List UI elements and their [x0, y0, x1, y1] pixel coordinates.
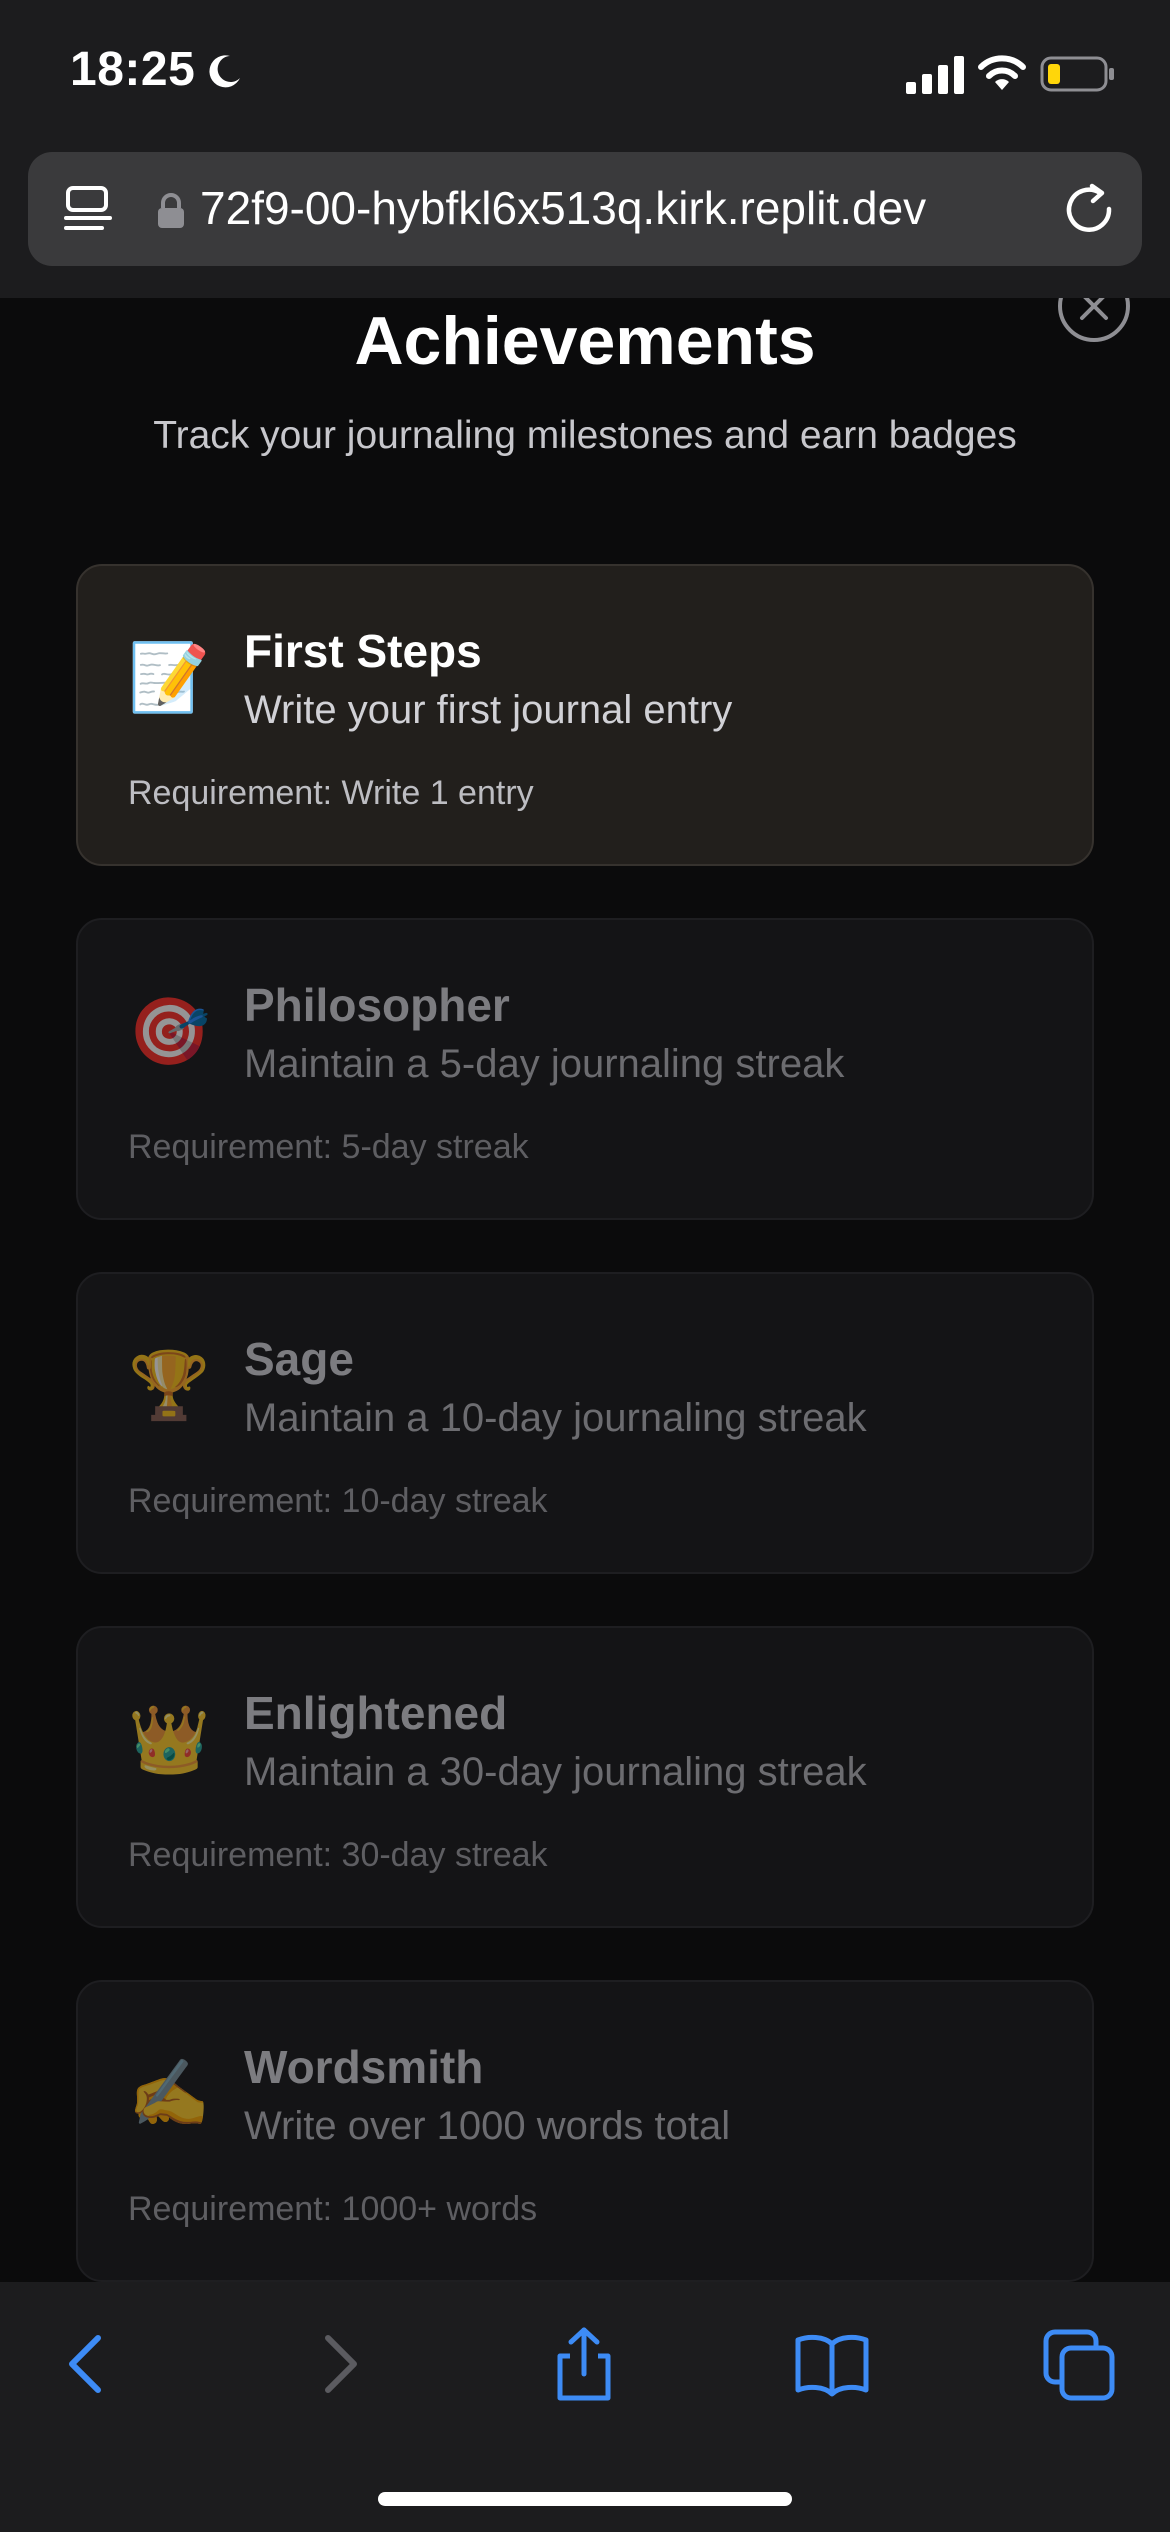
moon-icon — [209, 55, 240, 88]
achievement-description: Maintain a 10-day journaling streak — [244, 1396, 867, 1440]
achievement-description: Write over 1000 words total — [244, 2104, 731, 2148]
memo-icon: 📝 — [128, 639, 211, 716]
tabs-button[interactable] — [1040, 2324, 1120, 2404]
tabs-icon — [1043, 2329, 1115, 2401]
achievement-title: Sage — [244, 1333, 354, 1385]
battery-icon — [1040, 56, 1114, 92]
signal-icon — [906, 56, 964, 94]
trophy-icon: 🏆 — [128, 1347, 211, 1424]
browser-address-bar: 72f9-00-hybfkl6x513q.kirk.replit.dev — [0, 150, 1170, 298]
page-subtitle: Track your journaling milestones and ear… — [153, 414, 1017, 457]
lock-icon — [158, 193, 184, 228]
achievement-card-first-steps: 📝 First Steps Write your first journal e… — [76, 564, 1094, 866]
chevron-right-icon — [325, 2335, 357, 2393]
home-indicator — [378, 2492, 792, 2506]
achievement-description: Write your first journal entry — [244, 688, 733, 732]
chevron-left-icon — [69, 2335, 101, 2393]
achievement-requirement: Requirement: 10-day streak — [128, 1482, 548, 1520]
achievement-requirement: Requirement: 30-day streak — [128, 1836, 548, 1874]
reload-icon[interactable] — [1062, 182, 1116, 236]
target-icon: 🎯 — [128, 993, 211, 1070]
writing-hand-icon: ✍️ — [128, 2055, 211, 2132]
book-icon — [795, 2334, 869, 2397]
status-bar: 18:25 — [0, 0, 1170, 150]
reader-mode-icon[interactable] — [62, 184, 114, 236]
achievement-title: Enlightened — [244, 1687, 508, 1739]
url-text[interactable]: 72f9-00-hybfkl6x513q.kirk.replit.dev — [200, 178, 1064, 238]
achievement-title: Wordsmith — [244, 2041, 484, 2093]
back-button[interactable] — [48, 2324, 128, 2404]
share-icon — [557, 2327, 611, 2401]
achievement-requirement: Requirement: 1000+ words — [128, 2190, 538, 2228]
achievement-card-sage: 🏆 Sage Maintain a 10-day journaling stre… — [76, 1272, 1094, 1574]
achievement-card-enlightened: 👑 Enlightened Maintain a 30-day journali… — [76, 1626, 1094, 1928]
achievement-card-wordsmith: ✍️ Wordsmith Write over 1000 words total… — [76, 1980, 1094, 2282]
achievement-card-philosopher: 🎯 Philosopher Maintain a 5-day journalin… — [76, 918, 1094, 1220]
achievement-title: Philosopher — [244, 979, 510, 1031]
achievement-title: First Steps — [244, 625, 482, 677]
share-button[interactable] — [544, 2324, 624, 2404]
achievements-modal: Achievements Track your journaling miles… — [0, 298, 1170, 2282]
achievement-requirement: Requirement: Write 1 entry — [128, 774, 534, 812]
achievement-requirement: Requirement: 5-day streak — [128, 1128, 529, 1166]
url-field[interactable]: 72f9-00-hybfkl6x513q.kirk.replit.dev — [28, 152, 1142, 266]
status-time: 18:25 — [70, 43, 196, 96]
page-title: Achievements — [354, 303, 816, 379]
forward-button[interactable] — [298, 2324, 378, 2404]
achievement-description: Maintain a 30-day journaling streak — [244, 1750, 867, 1794]
bookmarks-button[interactable] — [792, 2324, 872, 2404]
achievement-description: Maintain a 5-day journaling streak — [244, 1042, 845, 1086]
wifi-icon — [978, 55, 1026, 90]
crown-icon: 👑 — [128, 1701, 211, 1778]
